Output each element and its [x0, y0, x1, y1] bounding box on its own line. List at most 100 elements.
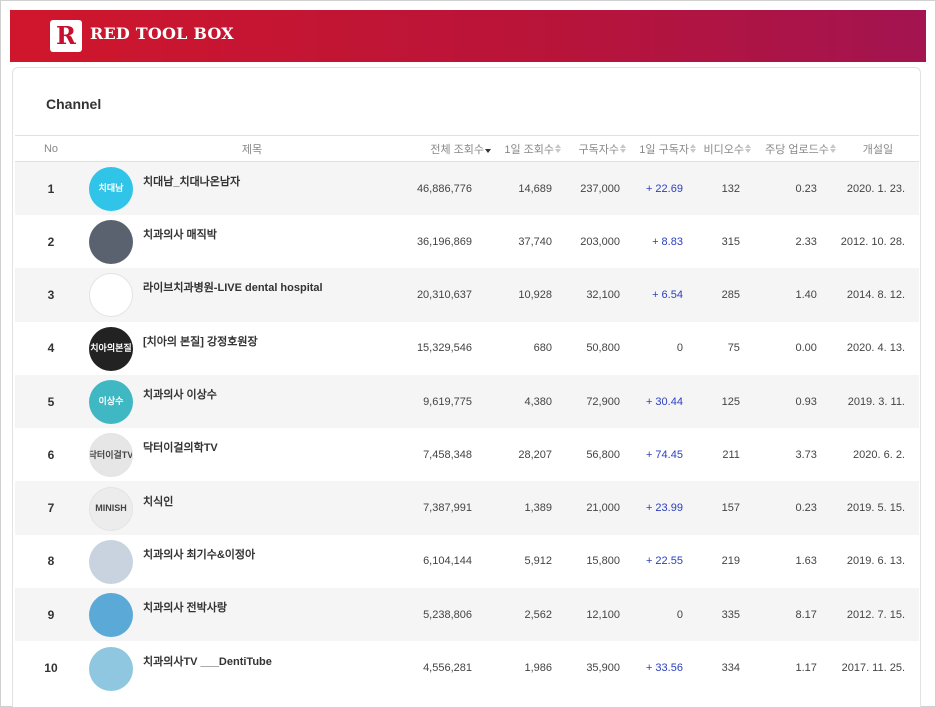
channel-cell[interactable]: MINISH 치식인 — [87, 481, 417, 534]
brand-name[interactable]: RED TOOL BOX — [90, 24, 234, 43]
row-number: 6 — [47, 447, 55, 462]
channel-avatar[interactable]: 이상수 — [88, 380, 133, 425]
total-views: 7,387,991 — [423, 502, 472, 515]
subscribers: 237,000 — [580, 182, 620, 195]
daily-views: 10,928 — [518, 288, 552, 301]
channel-avatar[interactable] — [88, 539, 133, 584]
total-views: 9,619,775 — [423, 395, 472, 408]
table-row[interactable]: 5 이상수 치과의사 이상수 9,619,775 4,380 72,900 + 30.44 1… — [15, 374, 919, 429]
opened-date: 2019. 5. 15. — [846, 502, 905, 515]
logo-letter: R — [56, 20, 76, 50]
channel-avatar[interactable]: 닥터이걸TV — [88, 433, 133, 478]
channel-cell[interactable]: 치대남 치대남_치대나온남자 — [87, 162, 417, 216]
table-row[interactable]: 6 닥터이걸TV 닥터이걸의학TV 7,458,348 28,207 56,800 + 74… — [15, 428, 919, 482]
video-count: 335 — [721, 608, 740, 621]
section-title: Channel — [46, 96, 102, 112]
weekly-uploads: 0.93 — [795, 395, 817, 408]
table-row[interactable]: 4 치아의본질 [치아의 본질] 강정호원장 15,329,546 680 50,800 0… — [15, 321, 919, 375]
channel-cell[interactable]: 치과의사 최기수&이정아 — [87, 535, 417, 588]
sort-icon[interactable] — [744, 143, 752, 154]
channel-avatar[interactable]: MINISH — [88, 486, 133, 531]
daily-subscribers: + 22.55 — [645, 555, 683, 568]
channel-avatar[interactable] — [88, 220, 133, 265]
total-views: 15,329,546 — [416, 342, 472, 355]
col-header-daily-views[interactable]: 1일 조회수 — [492, 136, 562, 162]
channel-cell[interactable]: 이상수 치과의사 이상수 — [87, 375, 417, 428]
opened-date: 2020. 1. 23. — [846, 182, 905, 195]
subscribers: 35,900 — [586, 662, 620, 675]
row-number: 9 — [47, 607, 55, 622]
channel-cell[interactable]: 닥터이걸TV 닥터이걸의학TV — [87, 428, 417, 481]
col-header-daily-subs[interactable]: 1일 구독자 — [627, 136, 697, 162]
daily-subscribers: + 8.83 — [652, 235, 683, 248]
table-row[interactable]: 10 치과의사TV ___DentiTube 4,556,281 1,986 35,90… — [15, 641, 919, 695]
sort-icon[interactable] — [689, 143, 697, 154]
sort-icon[interactable] — [829, 143, 837, 154]
subscribers: 203,000 — [580, 235, 620, 248]
daily-views: 680 — [533, 342, 552, 355]
channel-name[interactable]: 치과의사 매직박 — [143, 226, 217, 242]
table-row[interactable]: 3 라이브치과병원-LIVE dental hospital 20,310,637 1… — [15, 268, 919, 322]
total-views: 5,238,806 — [423, 608, 472, 621]
avatar-label: 치대남 — [98, 183, 124, 194]
sort-icon[interactable] — [554, 143, 562, 154]
logo-icon[interactable]: R — [50, 20, 82, 52]
opened-date: 2012. 7. 15. — [846, 608, 905, 621]
sort-icon[interactable] — [619, 143, 627, 154]
total-views: 7,458,348 — [423, 448, 472, 461]
table-row[interactable]: 2 치과의사 매직박 36,196,869 37,740 203,000 + 8.83 31… — [15, 215, 919, 269]
col-header-no: No — [43, 142, 59, 155]
opened-date: 2017. 11. 25. — [841, 662, 905, 675]
total-views: 46,886,776 — [416, 182, 472, 195]
channel-cell[interactable]: 치과의사TV ___DentiTube — [87, 641, 417, 694]
daily-views: 14,689 — [518, 182, 552, 195]
col-header-total-views[interactable]: 전체 조회수 — [417, 136, 492, 162]
channel-cell[interactable]: 라이브치과병원-LIVE dental hospital — [87, 268, 417, 321]
sort-desc-icon[interactable] — [485, 144, 492, 154]
channel-name[interactable]: 치과의사 최기수&이정아 — [143, 546, 255, 562]
weekly-uploads: 1.40 — [795, 288, 817, 301]
daily-views: 1,986 — [524, 662, 552, 675]
channel-avatar[interactable]: 치아의본질 — [88, 326, 133, 371]
daily-subscribers: 0 — [676, 342, 683, 355]
channel-name[interactable]: [치아의 본질] 강정호원장 — [143, 333, 258, 349]
table-row[interactable]: 7 MINISH 치식인 7,387,991 1,389 21,000 + 23.99 157… — [15, 481, 919, 535]
avatar-label: 닥터이걸TV — [88, 449, 133, 460]
total-views: 36,196,869 — [416, 235, 472, 248]
app-header: R RED TOOL BOX — [10, 10, 926, 62]
channel-name[interactable]: 라이브치과병원-LIVE dental hospital — [143, 279, 323, 295]
col-header-videos[interactable]: 비디오수 — [697, 136, 752, 162]
channel-avatar[interactable] — [88, 273, 133, 318]
row-number: 4 — [47, 341, 55, 356]
channel-name[interactable]: 치과의사 전박사랑 — [143, 599, 227, 615]
channel-cell[interactable]: 치아의본질 [치아의 본질] 강정호원장 — [87, 322, 417, 375]
channel-table: No 제목 전체 조회수 1일 조회수 구독자수 1일 구독자 비디오수 주당 … — [15, 135, 919, 695]
channel-cell[interactable]: 치과의사 매직박 — [87, 215, 417, 268]
col-header-subscribers[interactable]: 구독자수 — [562, 136, 627, 162]
avatar-label: 치아의본질 — [90, 343, 132, 354]
daily-subscribers: + 6.54 — [652, 288, 683, 301]
col-header-weekly-uploads[interactable]: 주당 업로드수 — [752, 136, 837, 162]
channel-name[interactable]: 치대남_치대나온남자 — [143, 173, 240, 189]
channel-name[interactable]: 닥터이걸의학TV — [143, 439, 218, 455]
channel-name[interactable]: 치과의사TV ___DentiTube — [143, 653, 272, 669]
channel-avatar[interactable] — [88, 593, 133, 638]
video-count: 132 — [721, 182, 740, 195]
table-row[interactable]: 8 치과의사 최기수&이정아 6,104,144 5,912 15,800 + 22.55… — [15, 534, 919, 589]
daily-views: 28,207 — [518, 448, 552, 461]
table-header-row: No 제목 전체 조회수 1일 조회수 구독자수 1일 구독자 비디오수 주당 … — [15, 135, 919, 162]
video-count: 285 — [721, 288, 740, 301]
subscribers: 32,100 — [586, 288, 620, 301]
table-row[interactable]: 9 치과의사 전박사랑 5,238,806 2,562 12,100 0 335 8.17 20… — [15, 588, 919, 642]
video-count: 219 — [721, 555, 740, 568]
channel-name[interactable]: 치식인 — [143, 493, 173, 509]
channel-cell[interactable]: 치과의사 전박사랑 — [87, 588, 417, 641]
channel-avatar[interactable] — [88, 646, 133, 691]
weekly-uploads: 3.73 — [795, 448, 817, 461]
channel-name[interactable]: 치과의사 이상수 — [143, 386, 217, 402]
channel-avatar[interactable]: 치대남 — [88, 167, 133, 211]
subscribers: 72,900 — [586, 395, 620, 408]
opened-date: 2014. 8. 12. — [846, 288, 905, 301]
total-views: 4,556,281 — [423, 662, 472, 675]
table-row[interactable]: 1 치대남 치대남_치대나온남자 46,886,776 14,689 237,000 + 2… — [15, 161, 919, 216]
